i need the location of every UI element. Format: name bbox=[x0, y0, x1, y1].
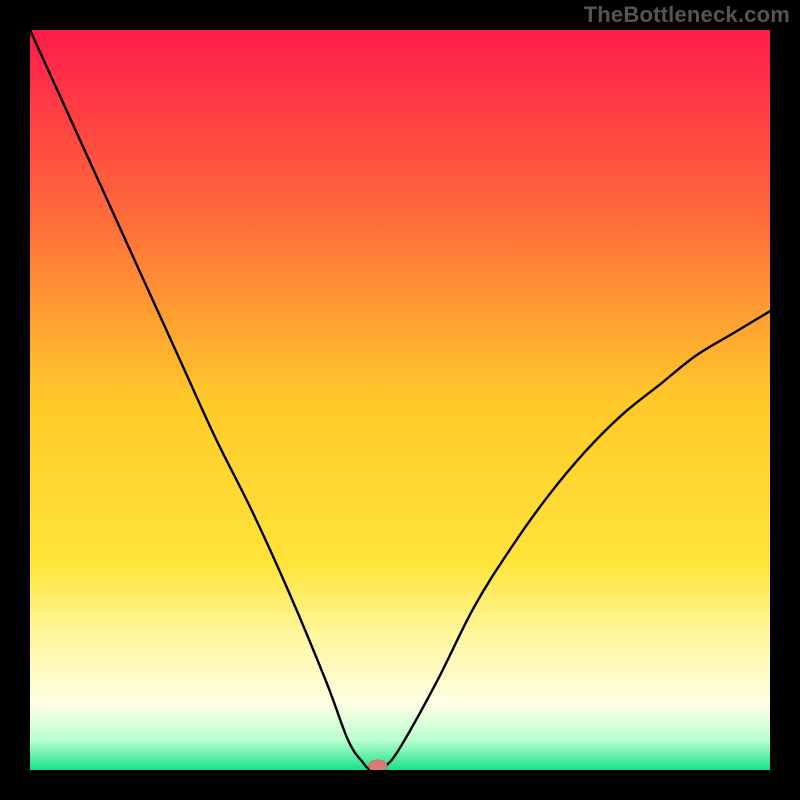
chart-svg bbox=[30, 30, 770, 770]
watermark-text: TheBottleneck.com bbox=[584, 2, 790, 28]
plot-area bbox=[30, 30, 770, 770]
chart-background bbox=[30, 30, 770, 770]
chart-frame: TheBottleneck.com bbox=[0, 0, 800, 800]
optimal-point-marker bbox=[369, 760, 387, 770]
